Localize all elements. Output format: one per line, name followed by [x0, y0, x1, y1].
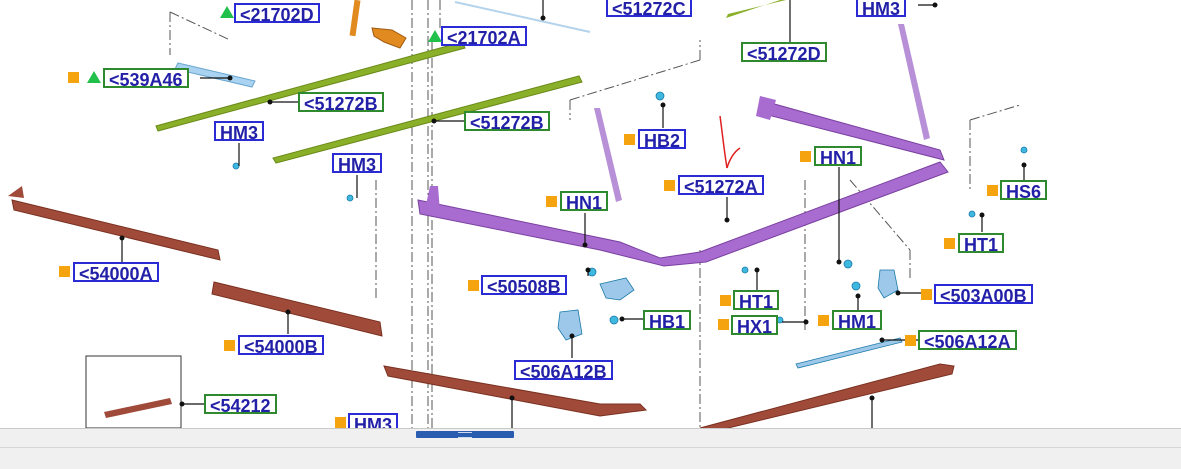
callout-HN1-right[interactable]: HN1	[814, 146, 863, 168]
horizontal-scrollbar[interactable]	[0, 428, 1181, 469]
callout-51272D[interactable]: <51272D	[741, 42, 827, 64]
callout-HB2[interactable]: HB2	[638, 129, 687, 151]
orange-square-icon	[335, 417, 346, 428]
orange-square-icon	[468, 280, 479, 291]
callout-HM3-left[interactable]: HM3	[214, 121, 265, 143]
callout-51272A[interactable]: <51272A	[678, 175, 764, 197]
callout-54212[interactable]: <54212	[204, 394, 277, 416]
callout-HB1[interactable]: HB1	[643, 310, 692, 332]
callout-HM3-middle[interactable]: HM3	[332, 153, 383, 175]
callout-HT1-right[interactable]: HT1	[958, 233, 1005, 255]
orange-square-icon	[546, 196, 557, 207]
orange-parts	[349, 0, 407, 49]
green-triangle-icon	[428, 30, 442, 42]
orange-square-icon	[987, 185, 998, 196]
orange-square-icon	[224, 340, 235, 351]
callout-51272C[interactable]: <51272C	[606, 0, 692, 19]
callout-503A00B[interactable]: <503A00B	[934, 284, 1033, 306]
orange-square-icon	[800, 151, 811, 162]
orange-square-icon	[905, 335, 916, 346]
orange-square-icon	[720, 295, 731, 306]
part-54212-frame	[85, 355, 182, 429]
callout-51272B-left[interactable]: <51272B	[298, 92, 384, 114]
scrollbar-grip-icon	[458, 432, 472, 438]
callout-21702A[interactable]: <21702A	[441, 26, 527, 48]
scrollbar-divider	[0, 447, 1181, 448]
callout-HM1[interactable]: HM1	[832, 310, 883, 332]
callout-HS6[interactable]: HS6	[1000, 180, 1048, 202]
callout-HN1-left[interactable]: HN1	[560, 191, 609, 213]
callout-506A12B[interactable]: <506A12B	[514, 360, 613, 382]
callout-51272B-center[interactable]: <51272B	[464, 111, 550, 133]
orange-square-icon	[664, 180, 675, 191]
orange-square-icon	[68, 72, 79, 83]
red-arrow-annotation-icon	[719, 115, 741, 169]
orange-square-icon	[624, 134, 635, 145]
orange-square-icon	[921, 289, 932, 300]
callout-50508B[interactable]: <50508B	[481, 275, 567, 297]
callout-54000B[interactable]: <54000B	[238, 335, 324, 357]
orange-square-icon	[59, 266, 70, 277]
orange-square-icon	[718, 319, 729, 330]
callout-HT1-center[interactable]: HT1	[733, 290, 780, 312]
callout-54000A[interactable]: <54000A	[73, 262, 159, 284]
green-triangle-icon	[220, 6, 234, 18]
orange-square-icon	[944, 238, 955, 249]
callout-HX1[interactable]: HX1	[731, 315, 779, 337]
callout-506A12A[interactable]: <506A12A	[918, 330, 1017, 352]
callout-HM3-top[interactable]: HM3	[856, 0, 907, 19]
callout-21702D[interactable]: <21702D	[234, 3, 320, 25]
green-triangle-icon	[87, 71, 101, 83]
callout-539A46[interactable]: <539A46	[103, 68, 189, 90]
orange-square-icon	[818, 315, 829, 326]
